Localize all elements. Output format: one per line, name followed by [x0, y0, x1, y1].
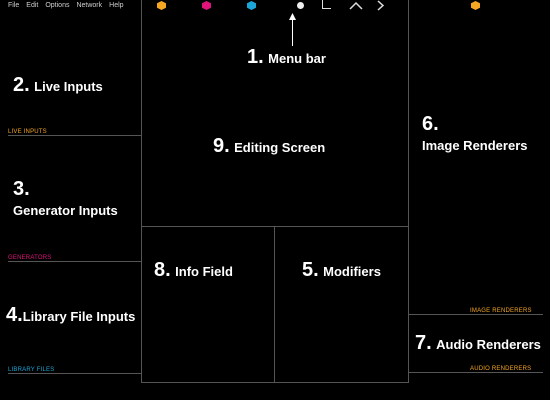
callout-label: Generator Inputs: [13, 203, 118, 218]
callout-modifiers: 5. Modifiers: [302, 259, 381, 282]
callout-label: Editing Screen: [234, 140, 326, 155]
section-line-generators: [8, 261, 141, 262]
section-line-live-inputs: [8, 135, 141, 136]
callout-live-inputs: 2. Live Inputs: [13, 74, 103, 97]
callout-number: 2.: [13, 74, 30, 96]
callout-image-renderers: 6. Image Renderers: [422, 113, 528, 153]
info-modifiers-divider: [274, 226, 275, 383]
menu-network[interactable]: Network: [76, 2, 102, 9]
editing-screen-divider: [141, 226, 409, 227]
callout-editing-screen: 9. Editing Screen: [213, 135, 325, 158]
callout-label: Audio Renderers: [436, 337, 541, 352]
section-line-library-files: [8, 373, 141, 374]
callout-library-inputs: 4.Library File Inputs: [6, 304, 135, 327]
callout-number: 4.: [6, 304, 23, 326]
menu-edit[interactable]: Edit: [26, 2, 38, 9]
callout-label: Menu bar: [268, 51, 326, 66]
callout-generator-inputs: 3. Generator Inputs: [13, 178, 118, 218]
callout-number: 1.: [247, 46, 264, 68]
callout-label: Live Inputs: [34, 79, 103, 94]
menu-file[interactable]: File: [8, 2, 19, 9]
callout-number: 6.: [422, 113, 439, 135]
callout-label: Library File Inputs: [22, 309, 136, 324]
callout-label: Info Field: [175, 264, 233, 279]
menu-bar-pointer-arrowhead: [289, 13, 296, 20]
callout-number: 3.: [13, 178, 30, 200]
menu-options[interactable]: Options: [45, 2, 69, 9]
menu-bar-pointer-line: [292, 18, 293, 46]
menu-bar: File Edit Options Network Help: [8, 2, 124, 9]
section-line-image-renderers: [409, 314, 543, 315]
callout-info-field: 8. Info Field: [154, 259, 233, 282]
menu-help[interactable]: Help: [109, 2, 123, 9]
callout-label: Modifiers: [323, 264, 381, 279]
renderers-hex-icon[interactable]: [471, 1, 480, 10]
callout-number: 8.: [154, 259, 171, 281]
callout-menu-bar: 1. Menu bar: [247, 46, 326, 69]
callout-number: 7.: [415, 332, 432, 354]
callout-number: 5.: [302, 259, 319, 281]
callout-audio-renderers: 7. Audio Renderers: [415, 332, 541, 355]
section-line-audio-renderers: [409, 372, 543, 373]
callout-number: 9.: [213, 135, 230, 157]
callout-label: Image Renderers: [422, 138, 528, 153]
